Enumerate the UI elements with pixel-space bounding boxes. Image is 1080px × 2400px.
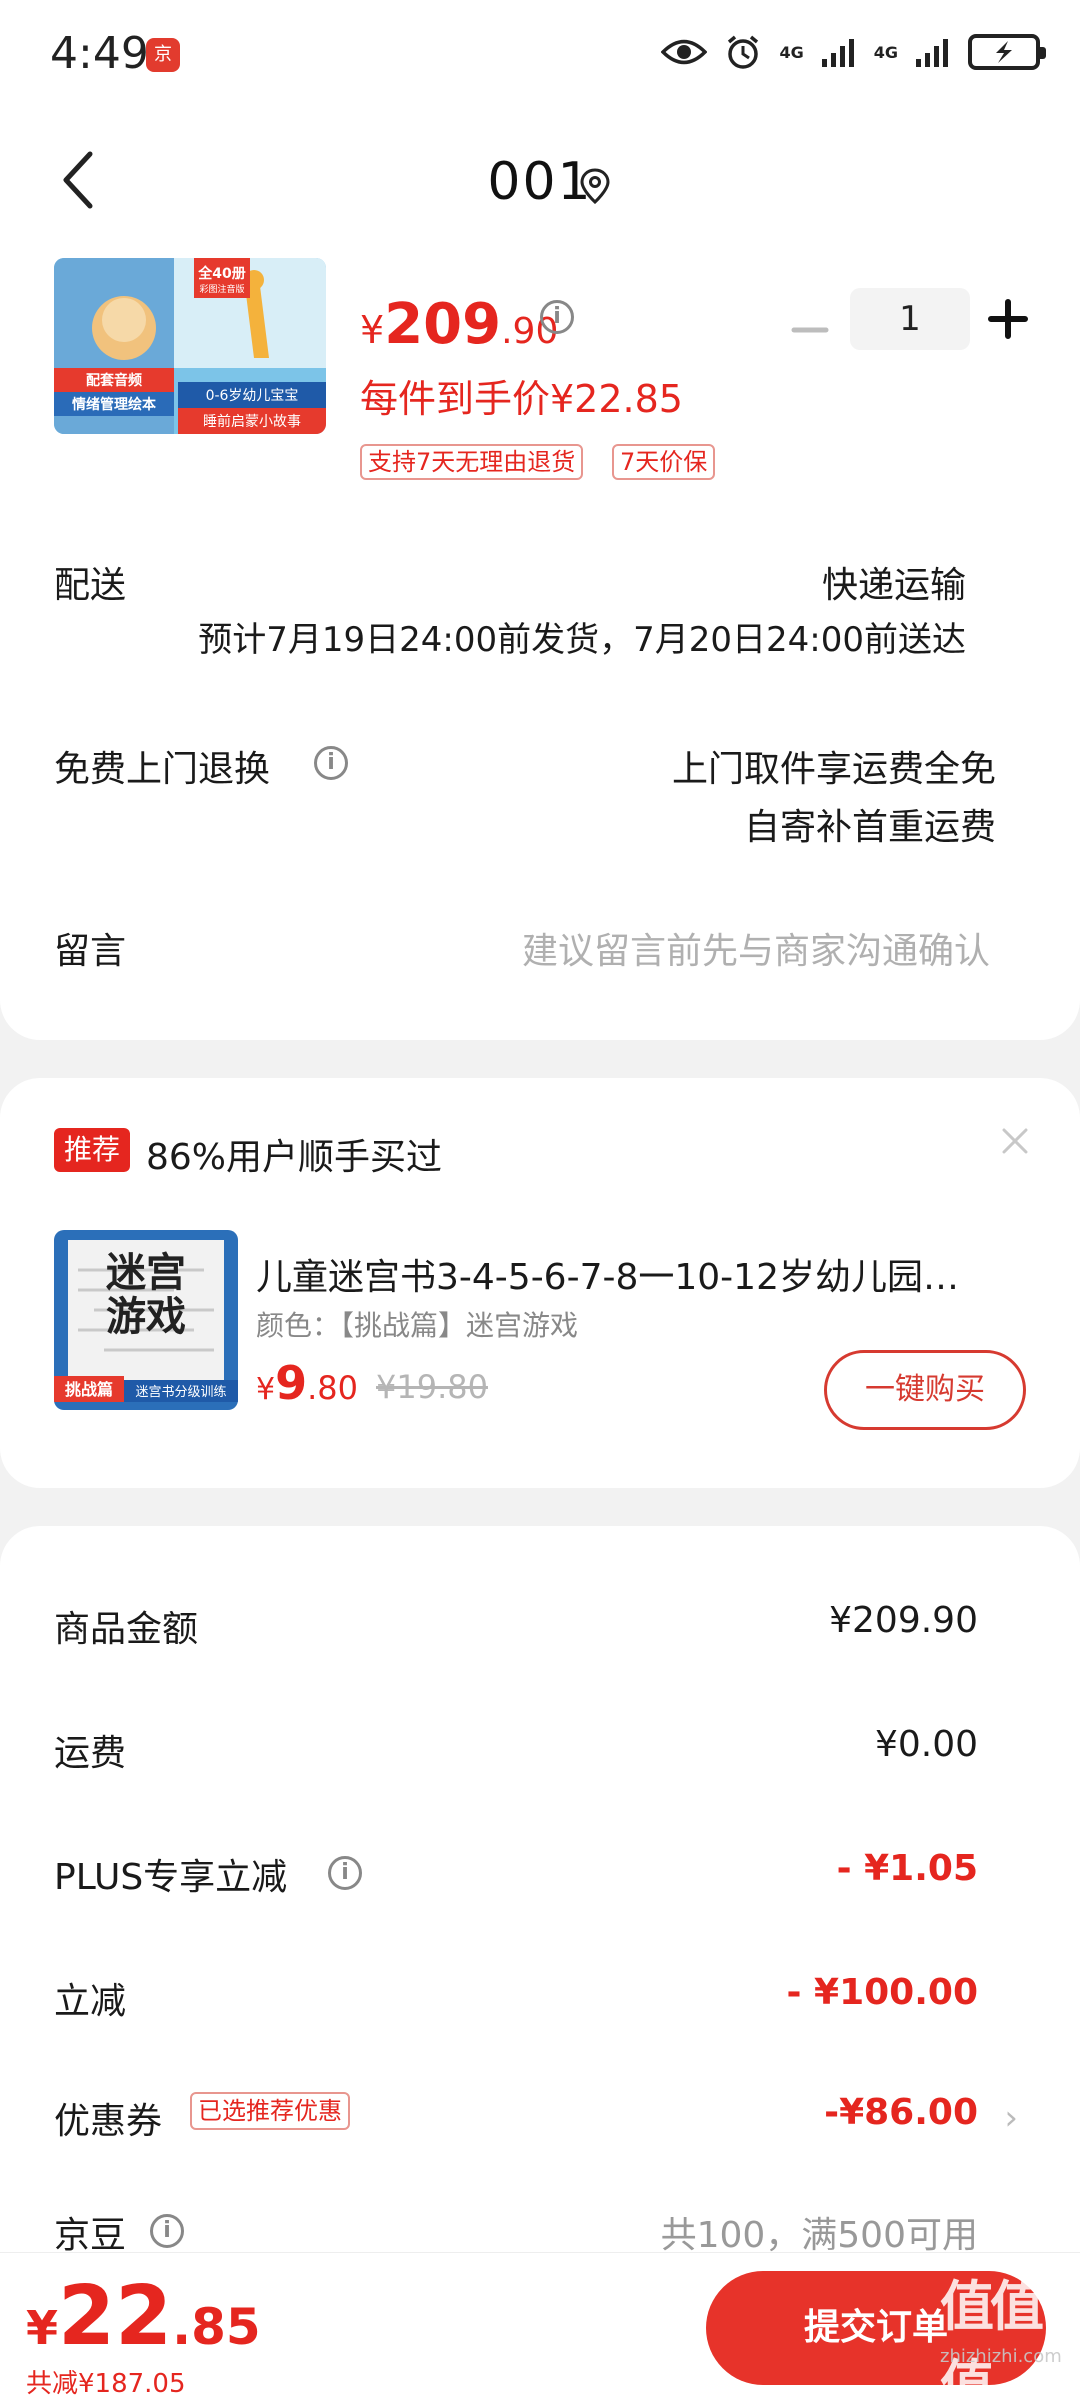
total-integer: 22 — [58, 2269, 173, 2364]
network-type-2: 4G — [873, 42, 898, 62]
image-badge-sub: 彩图注音版 — [199, 283, 244, 295]
status-time: 4:49 — [50, 28, 149, 79]
image-title-1: 迷宫 — [106, 1250, 186, 1296]
page-title: 001 — [487, 152, 593, 212]
quantity-input[interactable]: 1 — [850, 288, 970, 350]
image-tag: 挑战篇 — [65, 1380, 113, 1399]
image-subtitle-1: 配套音频 — [86, 372, 142, 389]
coupon-recommend-tag: 已选推荐优惠 — [190, 2092, 350, 2130]
image-badge: 全40册 — [197, 265, 245, 282]
total-saved: 共减¥187.05 — [26, 2369, 186, 2399]
watermark-logo: 值值值 — [940, 2275, 1044, 2400]
total-currency: ¥ — [26, 2301, 59, 2355]
quantity-decrease-button[interactable] — [790, 310, 830, 350]
recommend-item-price: ¥9.80 — [256, 1356, 358, 1410]
order-item-card: 全40册 彩图注音版 配套音频 情绪管理绘本 0-6岁幼儿宝宝 睡前启蒙小故事 … — [0, 250, 1080, 1040]
delivery-estimate: 预计7月19日24:00前发货，7月20日24:00前送达 — [198, 620, 966, 660]
instant-discount-value: - ¥100.00 — [786, 1972, 978, 2013]
page-header: 001 — [0, 110, 1080, 250]
eye-icon — [661, 39, 708, 65]
rec-price-decimal: .80 — [307, 1369, 358, 1407]
return-pickup-text: 上门取件享运费全免 — [671, 749, 996, 790]
watermark-url: zhizhizhi.com — [940, 2346, 1062, 2367]
price-protect-tag: 7天价保 — [612, 444, 716, 480]
close-icon[interactable] — [1000, 1126, 1030, 1156]
rec-price-integer: 9 — [275, 1356, 308, 1410]
status-bar: 4:49 京 4G 4G — [0, 0, 1080, 110]
rec-price-currency: ¥ — [256, 1372, 276, 1407]
delivery-method[interactable]: 快递运输 — [822, 556, 966, 608]
coupon-label: 优惠券 — [54, 2101, 163, 2142]
instant-discount-label: 立减 — [54, 1981, 127, 2022]
quantity-increase-button[interactable] — [985, 296, 1031, 342]
shipping-fee-label: 运费 — [54, 1733, 127, 1774]
jingdou-info-icon[interactable]: i — [150, 2214, 184, 2248]
recommend-title: 86%用户顺手买过 — [146, 1137, 443, 1178]
recommendation-card: 推荐 86%用户顺手买过 迷宫 游戏 挑战篇 迷宫书分级训练 儿童迷宫书3-4-… — [0, 1078, 1080, 1488]
message-input[interactable]: 建议留言前先与商家沟通确认 — [522, 922, 990, 974]
total-decimal: .85 — [172, 2298, 261, 2356]
image-age-text: 0-6岁幼儿宝宝 — [206, 388, 299, 404]
jingdou-label: 京豆 — [54, 2215, 127, 2256]
status-icons: 4G 4G — [661, 34, 1046, 70]
recommend-item-image[interactable]: 迷宫 游戏 挑战篇 迷宫书分级训练 — [54, 1230, 238, 1410]
product-price: ¥209.90 — [360, 292, 558, 357]
image-story-text: 睡前启蒙小故事 — [203, 413, 301, 430]
jingdou-value: 共100，满500可用 — [660, 2215, 978, 2256]
price-integer: 209 — [384, 292, 502, 357]
total-price: ¥22.85 — [26, 2269, 261, 2364]
recommend-badge: 推荐 — [54, 1128, 131, 1172]
signal-icon-2 — [916, 39, 948, 67]
image-title-2: 游戏 — [106, 1294, 186, 1340]
recommend-item-spec: 颜色：【挑战篇】迷宫游戏 — [256, 1309, 579, 1342]
plus-info-icon[interactable]: i — [328, 1856, 362, 1890]
network-type-1: 4G — [779, 42, 804, 62]
product-image[interactable]: 全40册 彩图注音版 配套音频 情绪管理绘本 0-6岁幼儿宝宝 睡前启蒙小故事 — [54, 258, 326, 434]
unit-price-label: 每件到手价¥22.85 — [360, 377, 683, 421]
plus-discount-label: PLUS专享立减 — [54, 1857, 288, 1898]
image-subtitle-2: 情绪管理绘本 — [72, 396, 157, 413]
price-currency: ¥ — [360, 308, 385, 352]
one-click-buy-button[interactable]: 一键购买 — [824, 1350, 1026, 1430]
message-label: 留言 — [54, 931, 127, 972]
recommend-item-name[interactable]: 儿童迷宫书3-4-5-6-7-8一10-12岁幼儿园… — [256, 1248, 1026, 1300]
goods-amount-label: 商品金额 — [54, 1609, 199, 1650]
shipping-fee-value: ¥0.00 — [874, 1724, 978, 1765]
free-return-label: 免费上门退换 — [54, 749, 271, 790]
alarm-icon — [728, 35, 759, 69]
return-info-icon[interactable]: i — [314, 746, 348, 780]
checkout-bar: ¥22.85 共减¥187.05 提交订单 — [0, 2252, 1080, 2400]
chevron-right-icon[interactable]: › — [1004, 2098, 1018, 2138]
coupon-value[interactable]: -¥86.00 — [824, 2092, 978, 2133]
goods-amount-value: ¥209.90 — [829, 1600, 978, 1641]
battery-icon — [968, 34, 1046, 70]
return-self-ship-text: 自寄补首重运费 — [743, 807, 996, 848]
price-info-icon[interactable]: i — [540, 300, 574, 334]
app-notification-icon: 京 — [146, 38, 180, 72]
recommend-old-price: ¥19.80 — [376, 1368, 488, 1406]
delivery-label: 配送 — [54, 565, 127, 606]
plus-discount-value: - ¥1.05 — [836, 1848, 978, 1889]
return-policy-tag: 支持7天无理由退货 — [360, 444, 584, 480]
signal-icon — [821, 39, 854, 67]
image-sub: 迷宫书分级训练 — [135, 1385, 226, 1400]
location-pin-icon[interactable] — [580, 168, 610, 204]
